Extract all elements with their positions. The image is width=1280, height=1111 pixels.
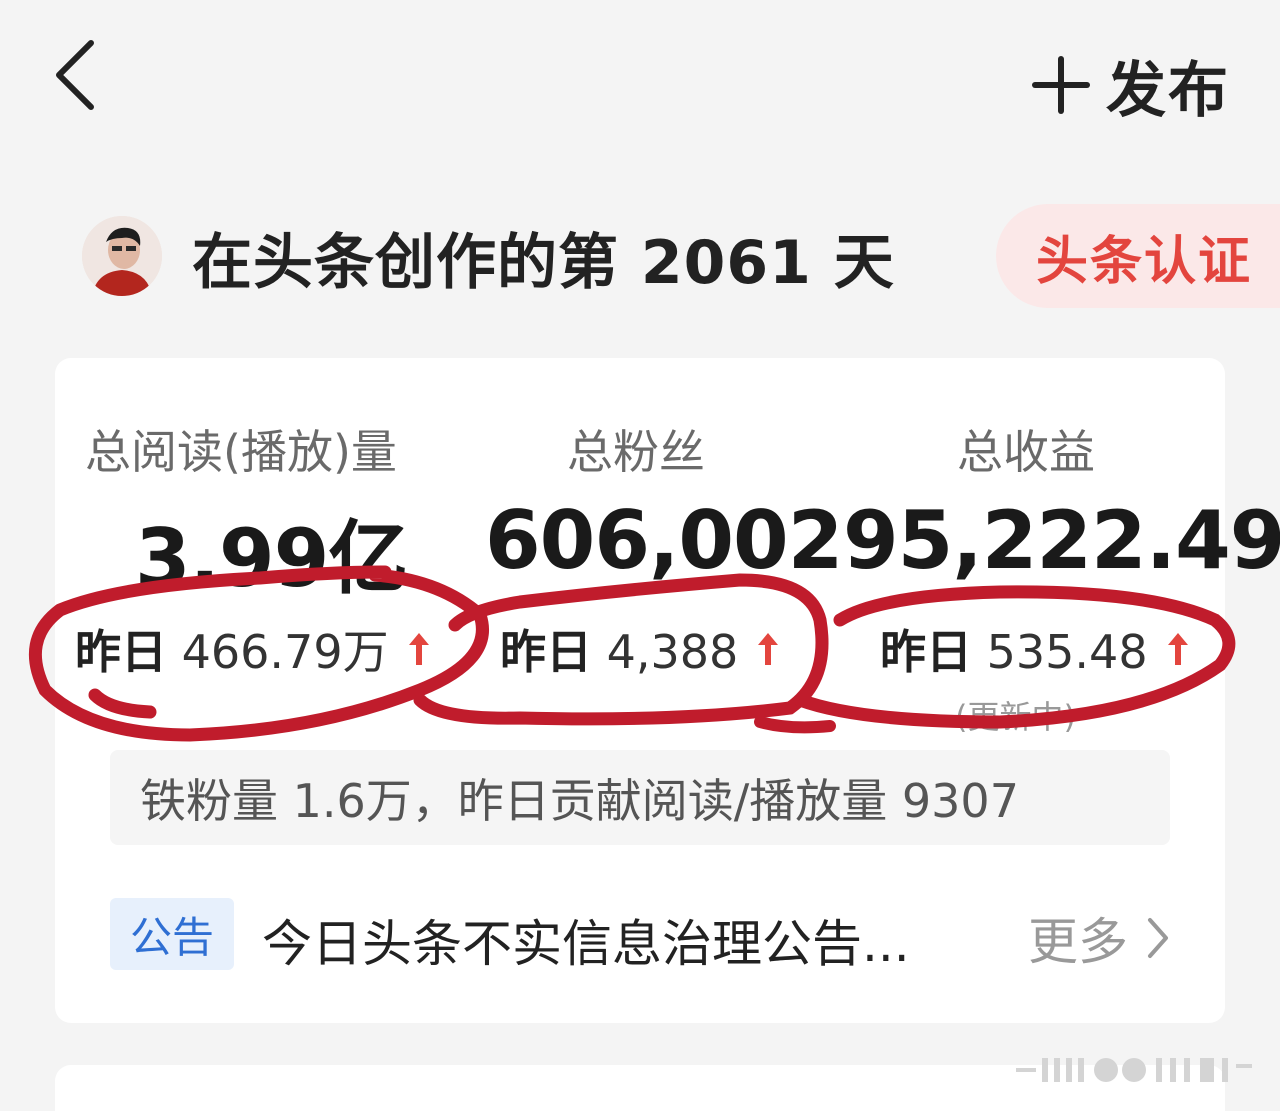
stats-card: 总阅读(播放)量 3.99亿 昨日 466.79万 总粉丝 606,002 昨日… (55, 358, 1280, 1023)
top-bar: 发布 (0, 0, 1280, 150)
yday-prefix: 昨日 (500, 625, 592, 679)
total-income-label: 总收益 (957, 425, 1095, 479)
back-button[interactable] (40, 30, 110, 120)
arrow-up-icon (758, 633, 779, 665)
avatar[interactable] (82, 216, 162, 296)
total-income-value[interactable]: 95,222.49 (843, 494, 1280, 587)
back-chevron-icon (56, 40, 94, 110)
more-label: 更多 (1028, 913, 1128, 971)
notice-tag-label: 公告 (129, 912, 214, 962)
watermark-logo (1016, 1058, 1252, 1082)
cert-label: 头条认证 (1036, 231, 1253, 292)
more-button[interactable]: 更多 (1028, 902, 1170, 974)
creator-days-title: 在头条创作的第 2061 天 (192, 228, 895, 298)
total-reads-label: 总阅读(播放)量 (85, 425, 397, 479)
notice-tag: 公告 (110, 898, 234, 970)
creator-row: 在头条创作的第 2061 天 头条认证 (80, 200, 1280, 310)
iron-fans-text: 铁粉量 1.6万，昨日贡献阅读/播放量 9307 (140, 773, 1019, 828)
yday-reads-value: 466.79万 (181, 625, 389, 679)
notice-row: 公告 今日头条不实信息治理公告... 更多 (110, 898, 1170, 973)
chevron-right-icon (1148, 918, 1168, 958)
notice-text[interactable]: 今日头条不实信息治理公告... (262, 904, 910, 976)
arrow-up-icon (408, 633, 429, 665)
publish-label: 发布 (1106, 55, 1230, 126)
avatar-image (82, 216, 162, 296)
arrow-up-icon (1167, 633, 1188, 665)
total-reads-value[interactable]: 3.99亿 (135, 494, 408, 610)
yday-prefix: 昨日 (75, 625, 167, 679)
yday-fans-value: 4,388 (606, 625, 739, 679)
reads-yesterday: 昨日 466.79万 (75, 616, 431, 682)
income-updating-note: (更新中) (955, 698, 1076, 736)
fans-yesterday: 昨日 4,388 (500, 616, 780, 682)
plus-icon (1032, 56, 1090, 114)
yday-income-value: 535.48 (986, 625, 1148, 679)
income-yesterday: 昨日 535.48 (880, 616, 1190, 682)
yday-prefix: 昨日 (880, 625, 972, 679)
cert-badge[interactable]: 头条认证 (996, 204, 1280, 308)
iron-fans-bar[interactable]: 铁粉量 1.6万，昨日贡献阅读/播放量 9307 (110, 750, 1170, 845)
total-fans-label: 总粉丝 (567, 425, 705, 479)
total-fans-value[interactable]: 606,002 (485, 494, 843, 587)
publish-button[interactable]: 发布 (1032, 40, 1230, 130)
